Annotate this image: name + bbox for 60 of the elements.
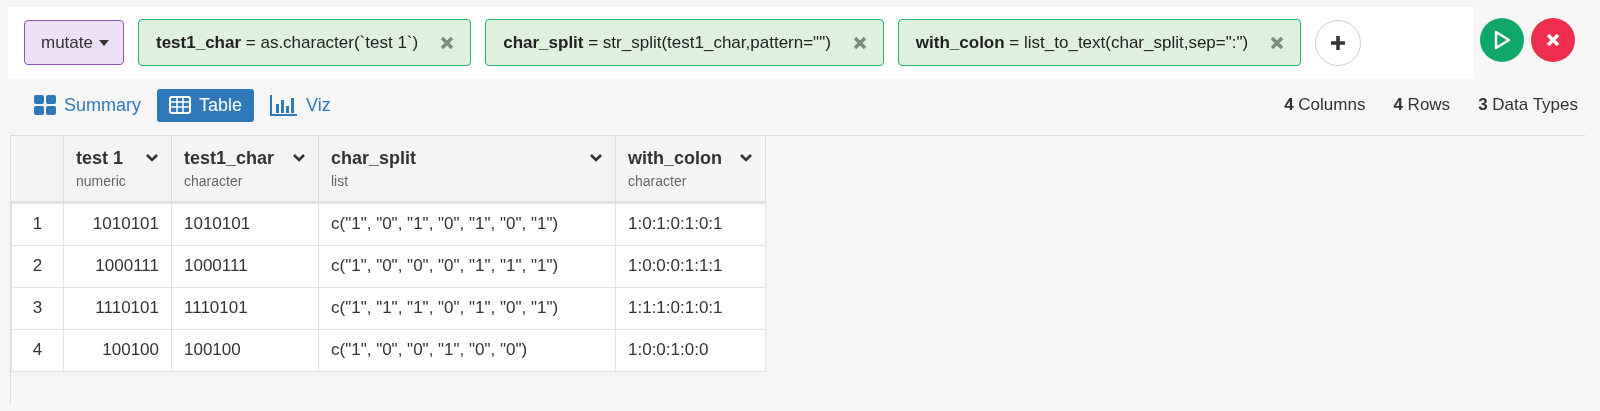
- column-name: with_colon: [628, 147, 722, 169]
- column-type: character: [184, 172, 244, 189]
- bar-chart-icon: [270, 94, 299, 116]
- chevron-down-icon[interactable]: [292, 153, 306, 164]
- verb-dropdown[interactable]: mutate: [24, 20, 124, 65]
- chevron-down-icon[interactable]: [145, 153, 159, 164]
- step-text: test1_char = as.character(`test 1`): [156, 32, 419, 53]
- stat-count: 3 Data Types: [1478, 95, 1578, 115]
- caret-icon: [99, 39, 109, 46]
- run-button[interactable]: [1480, 18, 1524, 62]
- step-chip[interactable]: char_split = str_split(test1_char,pattern=""): [485, 19, 884, 66]
- close-icon[interactable]: [1270, 35, 1285, 50]
- stat-count: 4 Columns: [1284, 95, 1366, 115]
- view-tab[interactable]: Summary: [22, 88, 153, 122]
- table-cell: c("1", "0", "1", "0", "1", "0", "1"): [318, 202, 616, 245]
- row-number: 3: [11, 287, 64, 329]
- column-name: test 1: [76, 147, 124, 169]
- close-icon[interactable]: [440, 35, 455, 50]
- table-cell: 100100: [171, 329, 319, 371]
- view-tab[interactable]: Viz: [258, 88, 343, 122]
- step-chip[interactable]: with_colon = list_to_text(char_split,sep=":"): [897, 19, 1302, 66]
- table-cell: c("1", "0", "0", "0", "1", "1", "1"): [318, 245, 616, 287]
- grid-icon: [34, 95, 56, 115]
- row-number: 4: [11, 329, 64, 371]
- step-text: char_split = str_split(test1_char,pattern=""): [503, 32, 831, 53]
- chevron-down-icon[interactable]: [589, 153, 603, 164]
- row-number: 1: [11, 202, 64, 245]
- close-icon[interactable]: [852, 35, 867, 50]
- column-name: char_split: [331, 147, 417, 169]
- table-cell: 100100: [63, 329, 172, 371]
- table-cell: 1110101: [171, 287, 319, 329]
- play-icon: [1493, 30, 1511, 50]
- table-cell: c("1", "0", "0", "1", "0", "0"): [318, 329, 616, 371]
- column-name: test1_char: [184, 147, 275, 169]
- table-cell: 1000111: [63, 245, 172, 287]
- column-type: numeric: [76, 172, 127, 189]
- stat-count: 4 Rows: [1393, 95, 1451, 115]
- table-cell: 1:0:0:0:1:1:1: [615, 245, 766, 287]
- row-number: 2: [11, 245, 64, 287]
- plus-icon: [1330, 34, 1347, 51]
- column-header[interactable]: test 1 numeric: [63, 136, 172, 202]
- column-header[interactable]: with_colon character: [615, 136, 766, 202]
- step-chip[interactable]: test1_char = as.character(`test 1`): [138, 19, 472, 66]
- column-type: character: [628, 172, 688, 189]
- step-text: with_colon = list_to_text(char_split,sep=":"): [915, 32, 1249, 53]
- table-cell: 1110101: [63, 287, 172, 329]
- table-cell: 1010101: [171, 202, 319, 245]
- view-tab[interactable]: Table: [157, 88, 255, 122]
- cancel-button[interactable]: [1531, 18, 1575, 62]
- table-cell: 1000111: [171, 245, 319, 287]
- column-header[interactable]: test1_char character: [171, 136, 319, 202]
- table-cell: c("1", "1", "1", "0", "1", "0", "1"): [318, 287, 616, 329]
- chevron-down-icon[interactable]: [739, 153, 753, 164]
- table-cell: 1:0:1:0:1:0:1: [615, 202, 766, 245]
- column-type: list: [331, 172, 350, 189]
- table-cell: 1010101: [63, 202, 172, 245]
- column-header[interactable]: char_split list: [318, 136, 616, 202]
- table-icon: [169, 96, 191, 114]
- table-cell: 1:1:1:0:1:0:1: [615, 287, 766, 329]
- table-cell: 1:0:0:1:0:0: [615, 329, 766, 371]
